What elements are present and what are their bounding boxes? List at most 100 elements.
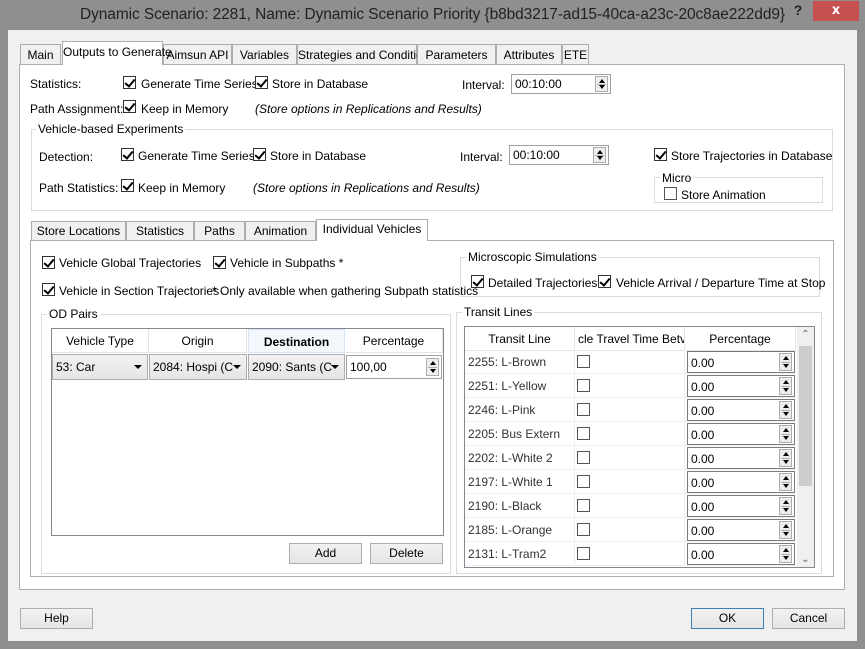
window-frame (0, 30, 8, 649)
travel-time-checkbox[interactable] (577, 355, 590, 368)
spin-buttons[interactable] (779, 353, 792, 371)
detection-label: Detection: (39, 150, 94, 164)
transit-line-row[interactable]: 2251: L-Yellow 0.00 (465, 374, 796, 398)
arrival-departure-checkbox[interactable] (598, 275, 611, 288)
tab-strategies-and-conditions[interactable]: Strategies and Conditions (297, 44, 435, 65)
store-trajectories-checkbox[interactable] (654, 148, 667, 161)
close-icon: x (831, 3, 841, 18)
detection-interval-spinbox[interactable]: 00:10:00 (509, 145, 609, 165)
scrollbar-thumb[interactable] (799, 346, 812, 486)
transit-line-percentage-spinbox[interactable]: 0.00 (687, 519, 795, 541)
spin-buttons[interactable] (779, 425, 792, 443)
ok-button[interactable]: OK (691, 608, 764, 629)
spin-buttons[interactable] (779, 545, 792, 563)
inner-tab-statistics[interactable]: Statistics (126, 221, 194, 240)
path-assignment-keep-in-memory-checkbox[interactable] (123, 100, 136, 113)
od-percentage-spinbox[interactable]: 100,00 (346, 355, 442, 379)
tab-outputs-to-generate[interactable]: Outputs to Generate (62, 41, 172, 65)
transit-line-percentage-spinbox[interactable]: 0.00 (687, 375, 795, 397)
travel-time-checkbox[interactable] (577, 547, 590, 560)
window-title: Dynamic Scenario: 2281, Name: Dynamic Sc… (80, 6, 785, 23)
od-col-vehicle-type[interactable]: Vehicle Type (52, 329, 149, 353)
travel-time-checkbox[interactable] (577, 427, 590, 440)
inner-tab-animation[interactable]: Animation (245, 221, 316, 240)
transit-line-percentage-spinbox[interactable]: 0.00 (687, 399, 795, 421)
tab-variables[interactable]: Variables (232, 44, 297, 65)
transit-line-percentage-spinbox[interactable]: 0.00 (687, 423, 795, 445)
transit-line-percentage-spinbox[interactable]: 0.00 (687, 471, 795, 493)
travel-time-checkbox[interactable] (577, 499, 590, 512)
transit-line-row[interactable]: 2205: Bus Extern 0.00 (465, 422, 796, 446)
detection-generate-time-series-checkbox[interactable] (121, 148, 134, 161)
path-statistics-keep-in-memory-checkbox[interactable] (121, 179, 134, 192)
transit-line-row[interactable]: 2202: L-White 2 0.00 (465, 446, 796, 470)
section-trajectories-checkbox[interactable] (42, 283, 55, 296)
statistics-store-in-database-checkbox[interactable] (255, 76, 268, 89)
spin-down-icon (783, 436, 789, 440)
tab-ete[interactable]: ETE (562, 44, 589, 65)
transit-line-row[interactable]: 2185: L-Orange 0.00 (465, 518, 796, 542)
tab-parameters[interactable]: Parameters (417, 44, 496, 65)
travel-time-checkbox[interactable] (577, 475, 590, 488)
od-vehicle-type-combo[interactable]: 53: Car (52, 354, 148, 380)
spin-buttons[interactable] (595, 76, 608, 92)
transit-line-row[interactable]: 2255: L-Brown 0.00 (465, 350, 796, 374)
transit-line-row[interactable]: 2131: L-Tram2 0.00 (465, 542, 796, 566)
transit-col-travel-time[interactable]: cle Travel Time Betv (575, 327, 685, 351)
transit-col-line[interactable]: Transit Line (465, 327, 575, 351)
statistics-interval-spinbox[interactable]: 00:10:00 (511, 74, 611, 94)
od-col-percentage[interactable]: Percentage (345, 329, 443, 353)
spin-buttons[interactable] (426, 358, 439, 376)
cancel-button[interactable]: Cancel (772, 608, 845, 629)
detailed-trajectories-label: Detailed Trajectories (488, 276, 598, 290)
global-trajectories-checkbox[interactable] (42, 256, 55, 269)
add-button[interactable]: Add (289, 543, 362, 564)
detection-store-in-database-checkbox[interactable] (253, 148, 266, 161)
travel-time-checkbox[interactable] (577, 523, 590, 536)
tab-main[interactable]: Main (20, 44, 61, 65)
transit-lines-scrollbar[interactable]: ⌃ ⌄ (797, 327, 814, 567)
transit-line-percentage-spinbox[interactable]: 0.00 (687, 351, 795, 373)
spin-buttons[interactable] (779, 521, 792, 539)
travel-time-checkbox[interactable] (577, 403, 590, 416)
spin-buttons[interactable] (779, 449, 792, 467)
spin-buttons[interactable] (779, 377, 792, 395)
transit-line-percentage-spinbox[interactable]: 0.00 (687, 447, 795, 469)
help-button[interactable]: Help (20, 608, 93, 629)
statistics-generate-time-series-checkbox[interactable] (123, 76, 136, 89)
inner-tab-paths[interactable]: Paths (194, 221, 245, 240)
dropdown-arrow-icon (233, 365, 241, 369)
detailed-trajectories-checkbox[interactable] (471, 275, 484, 288)
transit-line-row[interactable]: 2246: L-Pink 0.00 (465, 398, 796, 422)
od-col-origin[interactable]: Origin (149, 329, 247, 353)
in-subpaths-checkbox[interactable] (213, 256, 226, 269)
transit-col-percentage[interactable]: Percentage (685, 327, 796, 351)
spin-up-icon (783, 500, 789, 504)
scroll-down-icon[interactable]: ⌄ (797, 554, 814, 565)
od-origin-combo[interactable]: 2084: Hospi (C (149, 354, 247, 380)
spin-buttons[interactable] (779, 401, 792, 419)
inner-tab-individual-vehicles[interactable]: Individual Vehicles (316, 219, 428, 241)
spin-buttons[interactable] (593, 147, 606, 163)
tab-attributes[interactable]: Attributes (496, 44, 562, 65)
transit-line-row[interactable]: 2197: L-White 1 0.00 (465, 470, 796, 494)
spin-up-icon (783, 380, 789, 384)
tab-aimsun-api[interactable]: Aimsun API (163, 44, 232, 65)
travel-time-checkbox[interactable] (577, 379, 590, 392)
od-col-destination[interactable]: Destination (248, 329, 345, 353)
context-help-button[interactable]: ? (790, 2, 806, 22)
spin-buttons[interactable] (779, 497, 792, 515)
store-animation-checkbox[interactable] (664, 187, 677, 200)
scroll-up-icon[interactable]: ⌃ (797, 329, 814, 340)
transit-line-row[interactable]: 2190: L-Black 0.00 (465, 494, 796, 518)
spin-buttons[interactable] (779, 473, 792, 491)
transit-line-name: 2197: L-White 1 (465, 470, 575, 494)
transit-line-travel-time-cell (575, 422, 685, 446)
od-destination-combo[interactable]: 2090: Sants (C (248, 354, 345, 380)
inner-tab-store-locations[interactable]: Store Locations (31, 221, 126, 240)
delete-button[interactable]: Delete (370, 543, 443, 564)
transit-line-percentage-spinbox[interactable]: 0.00 (687, 543, 795, 565)
travel-time-checkbox[interactable] (577, 451, 590, 464)
close-button[interactable]: x (813, 1, 859, 21)
transit-line-percentage-spinbox[interactable]: 0.00 (687, 495, 795, 517)
